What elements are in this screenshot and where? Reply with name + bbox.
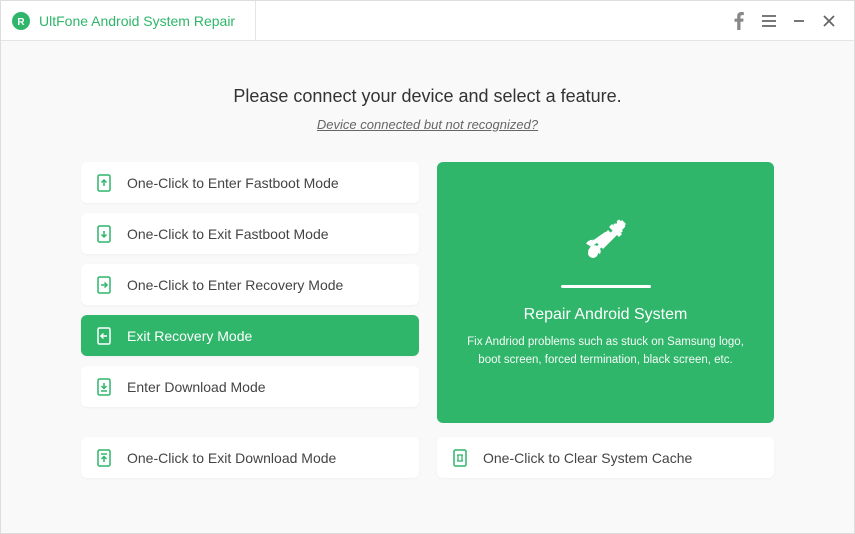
options-grid: One-Click to Enter Fastboot Mode One-Cli…: [81, 162, 774, 478]
trash-icon: [451, 449, 469, 467]
window-controls: [724, 1, 844, 41]
option-label: One-Click to Clear System Cache: [483, 450, 692, 466]
upload-icon: [95, 449, 113, 467]
download-icon: [95, 378, 113, 396]
close-button[interactable]: [814, 1, 844, 41]
phone-right-icon: [95, 276, 113, 294]
app-title: UltFone Android System Repair: [39, 13, 235, 29]
phone-down-icon: [95, 225, 113, 243]
enter-fastboot-button[interactable]: One-Click to Enter Fastboot Mode: [81, 162, 419, 203]
main-content: Please connect your device and select a …: [1, 41, 854, 533]
option-label: One-Click to Exit Fastboot Mode: [127, 226, 329, 242]
not-recognized-link[interactable]: Device connected but not recognized?: [317, 117, 538, 132]
enter-download-button[interactable]: Enter Download Mode: [81, 366, 419, 407]
exit-download-button[interactable]: One-Click to Exit Download Mode: [81, 437, 419, 478]
option-label: One-Click to Enter Fastboot Mode: [127, 175, 339, 191]
repair-card-title: Repair Android System: [524, 306, 688, 324]
phone-up-icon: [95, 174, 113, 192]
right-column: Repair Android System Fix Andriod proble…: [437, 162, 774, 478]
tools-icon: [582, 216, 630, 269]
option-label: Enter Download Mode: [127, 379, 266, 395]
facebook-icon[interactable]: [724, 1, 754, 41]
left-column: One-Click to Enter Fastboot Mode One-Cli…: [81, 162, 419, 478]
clear-cache-button[interactable]: One-Click to Clear System Cache: [437, 437, 774, 478]
exit-recovery-button[interactable]: Exit Recovery Mode: [81, 315, 419, 356]
card-divider: [561, 285, 651, 288]
row-gap: [81, 417, 419, 427]
option-label: Exit Recovery Mode: [127, 328, 252, 344]
menu-icon[interactable]: [754, 1, 784, 41]
exit-fastboot-button[interactable]: One-Click to Exit Fastboot Mode: [81, 213, 419, 254]
option-label: One-Click to Exit Download Mode: [127, 450, 336, 466]
app-logo-icon: R: [11, 11, 31, 31]
titlebar-divider: [255, 1, 256, 41]
app-window: R UltFone Android System Repair Please c…: [0, 0, 855, 534]
svg-text:R: R: [17, 17, 25, 28]
option-label: One-Click to Enter Recovery Mode: [127, 277, 343, 293]
repair-card-desc: Fix Andriod problems such as stuck on Sa…: [461, 334, 750, 369]
minimize-button[interactable]: [784, 1, 814, 41]
titlebar: R UltFone Android System Repair: [1, 1, 854, 41]
phone-left-icon: [95, 327, 113, 345]
page-heading: Please connect your device and select a …: [233, 86, 621, 107]
repair-android-card[interactable]: Repair Android System Fix Andriod proble…: [437, 162, 774, 423]
enter-recovery-button[interactable]: One-Click to Enter Recovery Mode: [81, 264, 419, 305]
